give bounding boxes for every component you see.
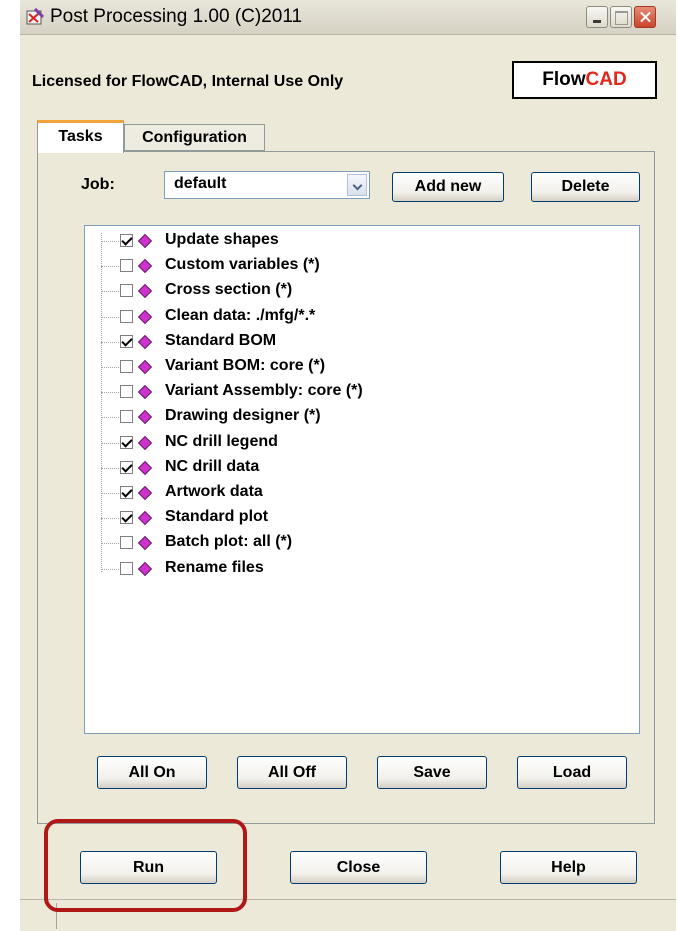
tree-branch: [101, 241, 119, 242]
tree-branch: [101, 518, 119, 520]
logo-text-flow: Flow: [542, 69, 586, 90]
task-label: Update shapes: [165, 231, 279, 248]
task-diamond-icon: [137, 309, 153, 324]
task-label: Rename files: [165, 558, 264, 576]
task-checkbox[interactable]: [120, 334, 133, 348]
post-processing-window: Post Processing 1.00 (C)2011 Licensed fo…: [20, 0, 676, 930]
task-label: Batch plot: all (*): [165, 533, 293, 551]
tab-tasks[interactable]: Tasks: [37, 120, 124, 153]
tree-branch: [101, 367, 119, 368]
task-item[interactable]: Standard BOM: [85, 330, 625, 355]
task-checkbox[interactable]: [120, 410, 133, 424]
task-diamond-icon: [137, 284, 153, 299]
task-diamond-icon: [137, 359, 153, 375]
job-selected-value: default: [174, 175, 227, 192]
title-bar[interactable]: Post Processing 1.00 (C)2011: [20, 0, 676, 35]
task-checkbox[interactable]: [120, 234, 133, 247]
task-label: Clean data: ./mfg/*.*: [165, 306, 316, 324]
close-button[interactable]: Close: [290, 851, 427, 884]
tree-branch: [101, 442, 119, 444]
task-checkbox[interactable]: [120, 309, 133, 323]
tree-branch: [101, 392, 119, 394]
task-label: Variant BOM: core (*): [165, 357, 326, 374]
task-checkbox[interactable]: [120, 536, 133, 550]
chevron-down-icon[interactable]: [347, 174, 367, 196]
maximize-button[interactable]: [610, 6, 632, 28]
task-item[interactable]: Custom variables (*): [85, 254, 625, 279]
task-diamond-icon: [137, 259, 153, 274]
task-label: NC drill legend: [165, 432, 278, 450]
all-on-button[interactable]: All On: [97, 756, 207, 789]
load-button[interactable]: Load: [517, 756, 627, 789]
task-item[interactable]: Drawing designer (*): [85, 405, 625, 430]
task-item[interactable]: Clean data: ./mfg/*.*: [85, 305, 625, 330]
tree-branch: [101, 341, 119, 343]
job-dropdown[interactable]: default: [164, 171, 370, 199]
task-diamond-icon: [137, 536, 153, 551]
task-label: NC drill data: [165, 457, 260, 475]
app-icon: [26, 8, 44, 25]
tree-branch: [101, 417, 119, 419]
task-item[interactable]: Artwork data: [85, 481, 625, 506]
save-button[interactable]: Save: [377, 756, 487, 789]
tree-branch: [101, 291, 119, 293]
all-off-button[interactable]: All Off: [237, 756, 347, 789]
task-diamond-icon: [137, 410, 153, 425]
task-item[interactable]: Cross section (*): [85, 279, 625, 304]
tab-configuration[interactable]: Configuration: [124, 124, 265, 151]
task-item[interactable]: Update shapes: [85, 229, 625, 254]
task-diamond-icon: [137, 334, 153, 349]
task-item[interactable]: NC drill legend: [85, 431, 625, 456]
tree-branch: [101, 316, 119, 318]
tree-branch: [101, 568, 119, 570]
task-list[interactable]: Update shapes Custom variables (*) Cross s…: [84, 225, 640, 734]
delete-button[interactable]: Delete: [531, 172, 640, 202]
task-label: Custom variables (*): [165, 256, 320, 274]
tree-branch: [101, 467, 119, 469]
help-button[interactable]: Help: [500, 851, 637, 884]
task-diamond-icon: [137, 511, 153, 526]
minimize-button[interactable]: [586, 6, 608, 28]
task-item[interactable]: NC drill data: [85, 456, 625, 481]
task-checkbox[interactable]: [120, 561, 133, 575]
task-item[interactable]: Variant BOM: core (*): [85, 355, 625, 380]
task-checkbox[interactable]: [120, 385, 133, 399]
task-label: Cross section (*): [165, 281, 293, 299]
task-checkbox[interactable]: [120, 511, 133, 525]
task-diamond-icon: [137, 460, 153, 475]
task-label: Variant Assembly: core (*): [165, 382, 363, 400]
tree-branch: [101, 266, 119, 268]
task-item[interactable]: Batch plot: all (*): [85, 531, 625, 556]
task-checkbox[interactable]: [120, 460, 133, 474]
task-diamond-icon: [137, 233, 153, 249]
window-title: Post Processing 1.00 (C)2011: [50, 6, 303, 27]
task-diamond-icon: [137, 485, 153, 501]
add-new-button[interactable]: Add new: [392, 172, 504, 202]
job-label: Job:: [81, 176, 115, 193]
task-checkbox[interactable]: [120, 284, 133, 298]
run-highlight-annotation: [44, 819, 247, 912]
tree-branch: [101, 493, 119, 494]
task-checkbox[interactable]: [120, 435, 133, 449]
close-window-button[interactable]: [634, 6, 656, 28]
task-checkbox[interactable]: [120, 360, 133, 373]
task-checkbox[interactable]: [120, 486, 133, 499]
task-label: Standard plot: [165, 508, 269, 526]
task-diamond-icon: [137, 385, 153, 400]
task-label: Artwork data: [165, 483, 263, 500]
task-label: Standard BOM: [165, 331, 277, 349]
task-label: Drawing designer (*): [165, 407, 321, 425]
license-text: Licensed for FlowCAD, Internal Use Only: [32, 73, 344, 90]
task-item[interactable]: Variant Assembly: core (*): [85, 380, 625, 405]
task-diamond-icon: [137, 435, 153, 450]
task-checkbox[interactable]: [120, 259, 133, 273]
tree-branch: [101, 543, 119, 545]
task-item[interactable]: Standard plot: [85, 506, 625, 531]
task-item[interactable]: Rename files: [85, 557, 625, 582]
logo-text-cad: CAD: [585, 69, 627, 90]
task-diamond-icon: [137, 561, 153, 576]
flowcad-logo: FlowCAD: [512, 61, 657, 99]
